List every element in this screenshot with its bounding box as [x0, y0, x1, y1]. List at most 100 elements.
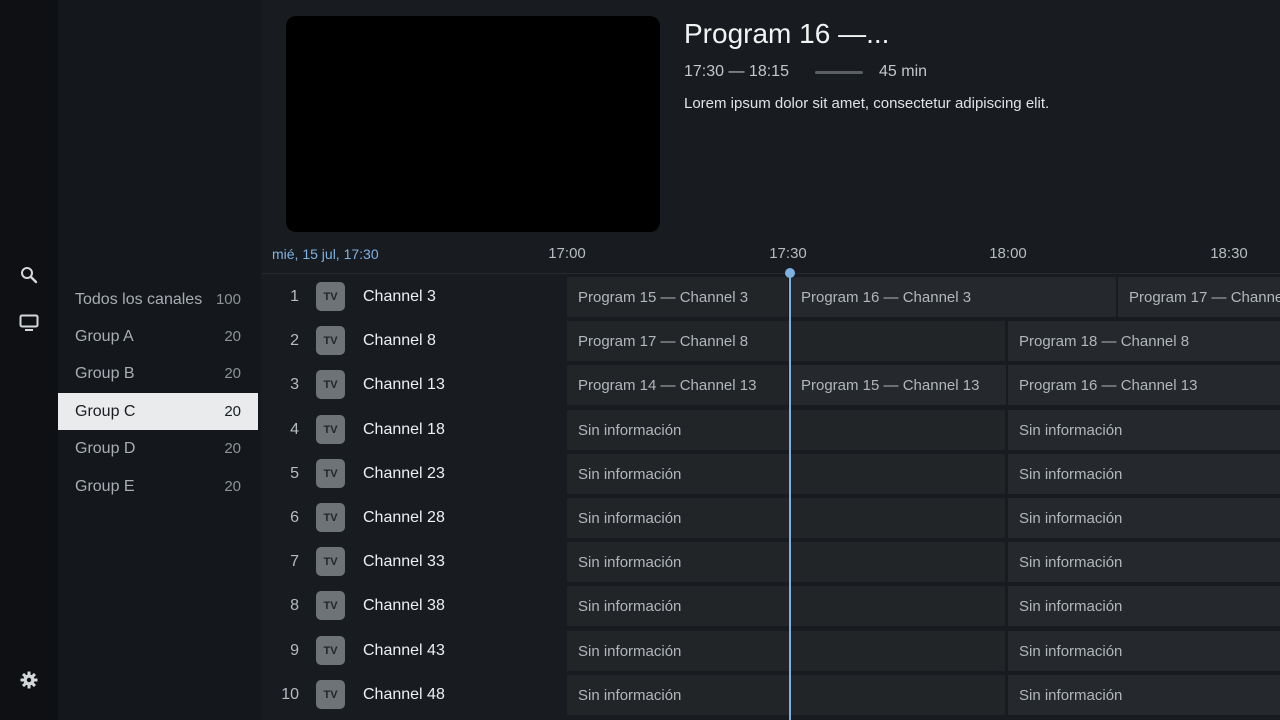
- channel-name[interactable]: Channel 18: [363, 408, 445, 452]
- channel-row: 4 TV Channel 18 Sin información Sin informac…: [262, 408, 1280, 452]
- group-item[interactable]: Group D 20: [58, 430, 258, 467]
- group-label: Group C: [75, 402, 136, 420]
- group-label: Group B: [75, 364, 135, 382]
- channel-row: 3 TV Channel 13 Program 14 — Channel 13 Prog…: [262, 363, 1280, 407]
- channel-name[interactable]: Channel 3: [363, 275, 436, 319]
- channel-groups-panel: Todos los canales 100 Group A 20 Group B 20 Gr…: [58, 0, 261, 720]
- group-item[interactable]: Group A 20: [58, 318, 258, 355]
- channel-number: 1: [290, 288, 299, 305]
- channel-number: 9: [290, 642, 299, 659]
- channel-number: 7: [290, 553, 299, 570]
- search-button[interactable]: [17, 263, 41, 287]
- program-block[interactable]: Program 14 — Channel 13: [567, 365, 788, 405]
- channel-number: 6: [290, 509, 299, 526]
- group-label: Todos los canales: [75, 290, 203, 308]
- program-block[interactable]: Sin información: [567, 586, 1005, 626]
- group-label: Group A: [75, 327, 134, 345]
- group-item[interactable]: Group E 20: [58, 468, 258, 505]
- program-block[interactable]: Program 16 — Channel 13: [1008, 365, 1280, 405]
- channel-row: 10 TV Channel 48 Sin información Sin informa…: [262, 673, 1280, 717]
- channel-row: 8 TV Channel 38 Sin información Sin informac…: [262, 584, 1280, 628]
- program-duration: 45 min: [879, 63, 928, 80]
- group-item[interactable]: Group B 20: [58, 355, 258, 392]
- channel-number: 5: [290, 465, 299, 482]
- program-block[interactable]: Program 17 — Channel 3: [1118, 277, 1280, 317]
- program-block[interactable]: Program 15 — Channel 3: [567, 277, 788, 317]
- program-block[interactable]: Program 17 — Channel 8: [567, 321, 1005, 361]
- program-block[interactable]: Program 18 — Channel 8: [1008, 321, 1280, 361]
- group-count: 20: [224, 440, 241, 457]
- time-tick: 17:00: [548, 245, 586, 262]
- time-tick: 18:00: [989, 245, 1027, 262]
- channel-logo: TV: [316, 370, 345, 399]
- channel-name[interactable]: Channel 28: [363, 496, 445, 540]
- channel-name[interactable]: Channel 38: [363, 584, 445, 628]
- video-preview[interactable]: [286, 16, 660, 232]
- settings-button[interactable]: [17, 668, 41, 692]
- group-count: 20: [224, 328, 241, 345]
- channel-row: 6 TV Channel 28 Sin información Sin informac…: [262, 496, 1280, 540]
- channel-logo: TV: [316, 503, 345, 532]
- program-block[interactable]: Sin información: [567, 410, 1005, 450]
- channel-logo: TV: [316, 415, 345, 444]
- channel-name[interactable]: Channel 23: [363, 452, 445, 496]
- channel-name[interactable]: Channel 43: [363, 629, 445, 673]
- channel-logo: TV: [316, 547, 345, 576]
- channel-logo: TV: [316, 680, 345, 709]
- channel-number: 4: [290, 421, 299, 438]
- current-date-time: mié, 15 jul, 17:30: [272, 246, 379, 262]
- program-block[interactable]: Sin información: [567, 542, 1005, 582]
- group-item[interactable]: Group C 20: [58, 393, 258, 430]
- channel-row: 7 TV Channel 33 Sin información Sin informac…: [262, 540, 1280, 584]
- search-icon: [21, 267, 38, 284]
- epg-grid: 1 TV Channel 3 Program 15 — Channel 3 Progra…: [262, 275, 1280, 720]
- channel-number: 2: [290, 332, 299, 349]
- channel-row: 5 TV Channel 23 Sin información Sin informac…: [262, 452, 1280, 496]
- channel-logo: TV: [316, 591, 345, 620]
- program-block[interactable]: Sin información: [567, 498, 1005, 538]
- group-count: 20: [224, 403, 241, 420]
- channel-name[interactable]: Channel 13: [363, 363, 445, 407]
- channel-row: 1 TV Channel 3 Program 15 — Channel 3 Progra…: [262, 275, 1280, 319]
- group-label: Group E: [75, 477, 135, 495]
- program-block[interactable]: Sin información: [1008, 498, 1280, 538]
- program-description: Lorem ipsum dolor sit amet, consectetur …: [684, 95, 1050, 112]
- program-block[interactable]: Sin información: [1008, 675, 1280, 715]
- channel-name[interactable]: Channel 48: [363, 673, 445, 717]
- channel-logo: TV: [316, 636, 345, 665]
- channel-number: 10: [281, 686, 299, 703]
- channel-name[interactable]: Channel 8: [363, 319, 436, 363]
- current-time-indicator: [789, 273, 791, 720]
- group-count: 100: [215, 291, 241, 308]
- group-count: 20: [224, 478, 241, 495]
- program-title: Program 16 —...: [684, 18, 890, 49]
- group-label: Group D: [75, 439, 136, 457]
- program-block[interactable]: Sin información: [567, 675, 1005, 715]
- group-count: 20: [224, 365, 241, 382]
- channel-name[interactable]: Channel 33: [363, 540, 445, 584]
- tv-icon: [19, 314, 39, 331]
- channel-row: 2 TV Channel 8 Program 17 — Channel 8 Progra…: [262, 319, 1280, 363]
- program-progress-bar: [815, 71, 863, 74]
- program-block[interactable]: Sin información: [567, 631, 1005, 671]
- channel-row: 9 TV Channel 43 Sin información Sin informac…: [262, 629, 1280, 673]
- program-time: 17:30 — 18:15: [684, 63, 789, 80]
- program-block[interactable]: Sin información: [1008, 410, 1280, 450]
- program-block[interactable]: Sin información: [567, 454, 1005, 494]
- current-time-dot: [785, 268, 795, 278]
- program-block[interactable]: Program 16 — Channel 3: [790, 277, 1116, 317]
- group-item[interactable]: Todos los canales 100: [58, 281, 258, 318]
- channel-logo: TV: [316, 282, 345, 311]
- program-block[interactable]: Sin información: [1008, 454, 1280, 494]
- program-block[interactable]: Sin información: [1008, 631, 1280, 671]
- channel-number: 3: [290, 376, 299, 393]
- program-block[interactable]: Sin información: [1008, 586, 1280, 626]
- gear-icon: [20, 671, 38, 689]
- tv-guide-button[interactable]: [17, 311, 41, 335]
- channel-logo: TV: [316, 459, 345, 488]
- channel-number: 8: [290, 597, 299, 614]
- program-block[interactable]: Sin información: [1008, 542, 1280, 582]
- program-block[interactable]: Program 15 — Channel 13: [790, 365, 1006, 405]
- time-tick: 18:30: [1210, 245, 1248, 262]
- channel-logo: TV: [316, 326, 345, 355]
